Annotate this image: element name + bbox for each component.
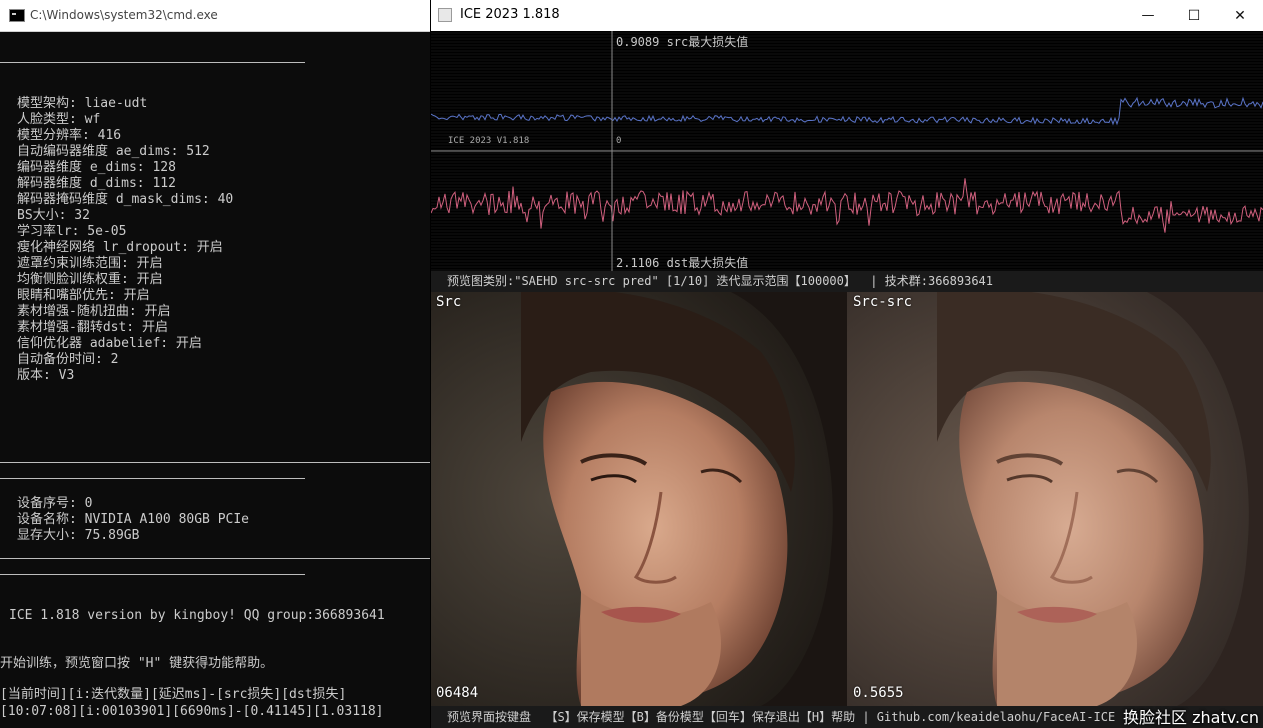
src-max-loss-label: 0.9089 src最大损失值 [616, 35, 749, 49]
model-param-line: BS大小: 32 [17, 208, 90, 223]
ice-app-icon [438, 8, 452, 22]
model-param-line: 自动备份时间: 2 [17, 352, 119, 367]
status-header-line: [当前时间][i:迭代数量][延迟ms]-[src损失][dst损失] [0, 687, 347, 702]
ice-preview-window[interactable]: ICE 2023 1.818 — ☐ ✕ 0.9089 src最大损失值 ICE… [431, 0, 1263, 728]
src-src-preview-value: 0.5655 [853, 685, 904, 701]
start-training-line: 开始训练，预览窗口按 "H" 键获得功能帮助。 [0, 656, 274, 671]
site-watermark: 换脸社区 zhatv.cn [1123, 708, 1259, 727]
device-info-line: 设备名称: NVIDIA A100 80GB PCIe [17, 512, 250, 527]
model-param-line: 模型分辨率: 416 [17, 128, 122, 143]
src-preview-label: Src [436, 294, 462, 310]
model-param-line: 解码器维度 d_dims: 112 [17, 176, 176, 191]
cmd-app-icon [9, 9, 25, 22]
graph-version-label: ICE 2023 V1.818 [448, 136, 530, 146]
src-preview-value: 06484 [436, 685, 479, 701]
src-src-preview-label: Src-src [853, 294, 913, 310]
ice-title-bar[interactable]: ICE 2023 1.818 — ☐ ✕ [431, 0, 1263, 31]
model-params-list: 模型架构: liae-udt 人脸类型: wf 模型分辨率: 416 自动编码器维度 … [17, 96, 233, 384]
src-face-picture [431, 292, 847, 706]
cmd-title-bar[interactable]: C:\Windows\system32\cmd.exe [0, 0, 430, 32]
preview-info-bar: 预览图类别:"SAEHD src-src pred" [1/10] 迭代显示范围… [431, 271, 1263, 292]
cmd-window-title: C:\Windows\system32\cmd.exe [30, 8, 218, 22]
model-param-line: 遮罩约束训练范围: 开启 [17, 256, 163, 271]
model-param-line: 素材增强-随机扭曲: 开启 [17, 304, 171, 319]
cmd-separator [0, 574, 305, 575]
loss-history-graph: 0.9089 src最大损失值 ICE 2023 V1.818 0 2.1106… [431, 31, 1263, 271]
close-button[interactable]: ✕ [1217, 0, 1263, 31]
cmd-separator [0, 558, 430, 559]
status-values-line: [10:07:08][i:00103901][6690ms]-[0.41145]… [0, 704, 384, 719]
model-param-line: 模型架构: liae-udt [17, 96, 148, 111]
device-info-line: 显存大小: 75.89GB [17, 528, 140, 543]
cmd-separator [0, 478, 305, 479]
cmd-window[interactable]: C:\Windows\system32\cmd.exe 模型架构: liae-u… [0, 0, 430, 728]
model-param-line: 眼睛和嘴部优先: 开启 [17, 288, 150, 303]
model-param-line: 学习率lr: 5e-05 [17, 224, 127, 239]
src-src-face-picture [847, 292, 1263, 706]
dst-max-loss-label: 2.1106 dst最大损失值 [616, 256, 749, 270]
model-param-line: 人脸类型: wf [17, 112, 101, 127]
device-info-list: 设备序号: 0 设备名称: NVIDIA A100 80GB PCIe 显存大小: … [17, 496, 249, 544]
graph-zero-label: 0 [616, 136, 622, 146]
model-param-line: 均衡侧脸训练权重: 开启 [17, 272, 163, 287]
model-param-line: 编码器维度 e_dims: 128 [17, 160, 176, 175]
src-preview-image: Src 06484 [431, 292, 847, 706]
minimize-button[interactable]: — [1125, 0, 1171, 31]
maximize-button[interactable]: ☐ [1171, 0, 1217, 31]
model-param-line: 瘦化神经网络 lr_dropout: 开启 [17, 240, 223, 255]
model-param-line: 自动编码器维度 ae_dims: 512 [17, 144, 210, 159]
model-param-line: 解码器掩码维度 d_mask_dims: 40 [17, 192, 234, 207]
cmd-separator [0, 62, 305, 63]
device-info-line: 设备序号: 0 [17, 496, 93, 511]
preview-info-text: 预览图类别:"SAEHD src-src pred" [1/10] 迭代显示范围… [447, 274, 994, 288]
loss-graph-canvas [431, 31, 1263, 271]
version-line: ICE 1.818 version by kingboy! QQ group:3… [9, 608, 385, 623]
model-param-line: 信仰优化器 adabelief: 开启 [17, 336, 202, 351]
ice-window-title: ICE 2023 1.818 [460, 7, 560, 22]
cmd-separator [0, 462, 430, 463]
model-param-line: 素材增强-翻转dst: 开启 [17, 320, 168, 335]
model-param-line: 版本: V3 [17, 368, 75, 383]
src-src-preview-image: Src-src 0.5655 [847, 292, 1263, 706]
keyboard-help-text: 预览界面按键盘 【S】保存模型【B】备份模型【回车】保存退出【H】帮助 | Gi… [447, 710, 1116, 724]
